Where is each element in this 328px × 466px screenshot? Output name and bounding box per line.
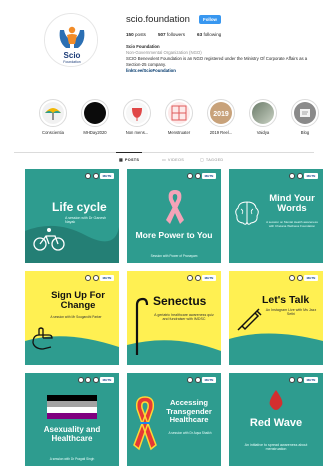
tab-posts[interactable]: ▦ POSTS xyxy=(119,157,139,163)
bio-text: SCIO Benevolent Foundation is an NGO reg… xyxy=(126,56,308,67)
rainbow-ribbon-icon xyxy=(133,396,157,451)
post-lets-talk[interactable]: MHTN Let's Talk An Instagram Live with M… xyxy=(229,271,323,365)
umbrella-icon xyxy=(42,102,64,124)
blood-drop-icon xyxy=(269,390,283,410)
profile-username: scio.foundation xyxy=(126,14,190,25)
highlight-blog[interactable]: Blog xyxy=(288,99,322,135)
menstrual-cup-icon xyxy=(126,102,148,124)
svg-text:2019: 2019 xyxy=(213,111,229,118)
active-tab-indicator xyxy=(116,152,142,153)
profile-stats: 150 posts 507 followers 63 following xyxy=(126,32,221,37)
highlight-2019-reel[interactable]: 2019 2019 Reel... xyxy=(204,99,238,135)
video-tab-icon: ▭ xyxy=(162,158,166,162)
post-accessing-transgender-healthcare[interactable]: MHTN Accessing Transgender Healthcare A … xyxy=(127,373,221,466)
grid-icon xyxy=(168,102,190,124)
2019-badge-icon: 2019 xyxy=(210,102,232,124)
post-mind-your-words[interactable]: MHTN Mind Your Words A session on Mental… xyxy=(229,169,323,263)
post-more-power-to-you[interactable]: MHTN More Power to You Session with Powe… xyxy=(127,169,221,263)
profile-bio: Scio Foundation Non-Governmental Organiz… xyxy=(126,44,321,74)
photo-icon xyxy=(252,102,274,124)
brain-icon xyxy=(235,201,259,225)
post-sign-up-for-change[interactable]: MHTN Sign Up For Change A session with M… xyxy=(25,271,119,365)
partner-logos: MHTN xyxy=(187,173,216,179)
partner-logos: MHTN xyxy=(289,173,318,179)
post-life-cycle[interactable]: MHTN Life cycle A session with Dr Ganesh… xyxy=(25,169,119,263)
scio-logo-icon: Scio Foundation xyxy=(45,14,97,66)
highlight-vaidya[interactable]: Vaidya xyxy=(246,99,280,135)
asexual-flag-icon xyxy=(47,395,97,419)
following-stat[interactable]: 63 following xyxy=(197,32,221,37)
dark-circle-icon xyxy=(84,102,106,124)
blog-icon xyxy=(294,102,316,124)
partner-logos: MHTN xyxy=(187,377,216,383)
follow-button[interactable]: Follow xyxy=(199,15,221,24)
followers-stat[interactable]: 507 followers xyxy=(158,32,185,37)
grid-tab-icon: ▦ xyxy=(119,158,123,162)
bio-link[interactable]: linktr.ee/ScioFoundation xyxy=(126,68,321,74)
svg-text:Foundation: Foundation xyxy=(63,60,81,64)
post-asexuality-and-healthcare[interactable]: MHTN Asexuality and Healthcare A session… xyxy=(25,373,119,466)
post-senectus[interactable]: MHTN Senectus A geriatric healthcare awa… xyxy=(127,271,221,365)
tab-videos[interactable]: ▭ VIDEOS xyxy=(162,157,184,163)
partner-logos: MHTN xyxy=(289,377,318,383)
highlight-menstruater[interactable]: Menstruater xyxy=(162,99,196,135)
bicycle-icon xyxy=(33,228,65,251)
post-red-wave[interactable]: MHTN Red Wave An initiative to spread aw… xyxy=(229,373,323,466)
syringe-icon xyxy=(237,308,262,331)
tagged-tab-icon: ▢ xyxy=(200,158,204,162)
hand-signing-icon xyxy=(32,327,53,350)
highlight-conscientia[interactable]: Conscientia xyxy=(36,99,70,135)
walking-cane-icon xyxy=(135,297,149,355)
profile-avatar[interactable]: Scio Foundation xyxy=(44,13,98,67)
partner-logos: MHTN xyxy=(77,377,114,383)
highlight-non-mens[interactable]: Non mens... xyxy=(120,99,154,135)
svg-text:Scio: Scio xyxy=(64,51,81,60)
posts-stat[interactable]: 150 posts xyxy=(126,32,146,37)
tabs-divider xyxy=(14,152,314,153)
pink-ribbon-icon xyxy=(166,190,184,224)
highlight-mhday2020[interactable]: MHDay2020 xyxy=(78,99,112,135)
tab-tagged[interactable]: ▢ TAGGED xyxy=(200,157,223,163)
